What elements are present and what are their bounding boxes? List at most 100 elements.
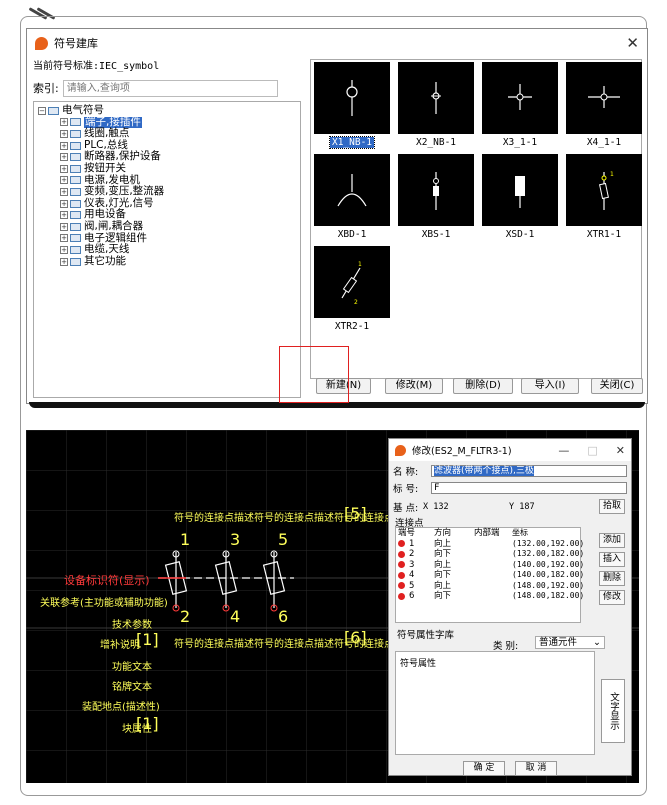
expand-icon[interactable]: + (60, 234, 68, 243)
pin-dot-icon (398, 550, 405, 558)
folder-icon (70, 141, 81, 150)
expand-icon[interactable]: + (60, 222, 68, 231)
table-row[interactable]: 5 向上 (148.00,192.00) (396, 581, 584, 592)
category-select[interactable]: 普通元件 ⌄ (535, 636, 605, 649)
name-field[interactable]: 滤波器(带两个接点),三极 (431, 465, 627, 477)
expand-icon[interactable]: + (60, 118, 68, 127)
col-header: 方向 (434, 528, 452, 538)
add-button[interactable]: 添加 (599, 533, 625, 548)
modify-button[interactable]: 修改(M) (385, 378, 443, 394)
tree-item[interactable]: + PLC,总线 (38, 139, 296, 152)
symbol-thumbnail[interactable]: 1 (566, 154, 642, 226)
expand-icon[interactable]: + (60, 176, 68, 185)
import-button[interactable]: 导入(I) (521, 378, 579, 394)
expand-icon[interactable]: + (60, 211, 68, 220)
tree-item-label: 阀,闸,耦合器 (84, 219, 144, 232)
symbol-label[interactable]: XTR1-1 (564, 229, 644, 240)
tree-item[interactable]: + 线圈,触点 (38, 128, 296, 140)
expand-icon[interactable]: + (60, 199, 68, 208)
attr-group-label: 符号属性字库 (397, 630, 455, 641)
symbol-label[interactable]: XBS-1 (396, 229, 476, 240)
tree-item[interactable]: + 断路器,保护设备 (38, 151, 296, 163)
col-header: 内部端 (474, 528, 500, 538)
symbol-label[interactable]: XTR2-1 (312, 321, 392, 332)
symbol-thumbnail[interactable] (314, 154, 390, 226)
expand-icon[interactable]: + (60, 257, 68, 266)
table-row[interactable]: 3 向上 (140.00,192.00) (396, 560, 584, 571)
tree-item[interactable]: + 端子,接插件 (38, 116, 296, 129)
symbol-thumbnail[interactable] (398, 154, 474, 226)
attribute-textarea[interactable]: 符号属性 (395, 651, 595, 755)
tree-item[interactable]: + 电缆,天线 (38, 244, 296, 256)
x-field[interactable]: X 132 (423, 502, 509, 512)
pin-label: 5 (278, 530, 289, 549)
expand-icon[interactable]: + (60, 141, 68, 150)
tree-item[interactable]: + 阀,闸,耦合器 (38, 219, 296, 233)
socket-symbol-icon (433, 172, 439, 210)
symbol-thumbnail[interactable] (566, 62, 642, 134)
symbol-thumbnail[interactable] (482, 62, 558, 134)
bottom-connection-desc: 符号的连接点描述符号的连接点描述符号的连接点描述 (174, 639, 414, 650)
collapse-icon[interactable]: − (38, 106, 46, 115)
chevron-down-icon: ⌄ (593, 637, 601, 648)
search-input[interactable] (62, 79, 278, 97)
col-header: 端号 (398, 528, 416, 538)
folder-icon (70, 234, 81, 243)
highlight-box (279, 346, 349, 403)
current-standard: 当前符号标准:IEC_symbol (33, 61, 160, 72)
text-display-button[interactable]: 文字显示 (601, 679, 625, 743)
symbol-label[interactable]: X3_1-1 (480, 137, 560, 148)
table-row[interactable]: 1 向上 (132.00,192.00) (396, 539, 584, 550)
symbol-thumbnail[interactable] (314, 62, 390, 134)
tree-item[interactable]: + 电子逻辑组件 (38, 232, 296, 245)
expand-icon[interactable]: + (60, 187, 68, 196)
expand-icon[interactable]: + (60, 164, 68, 173)
expand-icon[interactable]: + (60, 245, 68, 254)
pin-label: 3 (230, 530, 241, 549)
cancel-button[interactable]: 取 消 (515, 761, 557, 776)
base-point-row: 基 点: X 132 Y 187 (393, 500, 589, 514)
pick-button[interactable]: 拾取 (599, 499, 625, 514)
tag-label: 标 号: (393, 484, 419, 495)
tree-item[interactable]: + 用电设备 (38, 209, 296, 221)
tag-row: 标 号: F (393, 481, 627, 495)
symbol-thumbnail[interactable] (482, 154, 558, 226)
expand-icon[interactable]: + (60, 129, 68, 138)
tree-item[interactable]: + 其它功能 (38, 255, 296, 268)
close-icon[interactable]: ✕ (626, 34, 639, 52)
insert-button[interactable]: 插入 (599, 552, 625, 567)
symbol-label[interactable]: X2_NB-1 (396, 137, 476, 148)
folder-icon (70, 222, 81, 231)
folder-icon (70, 211, 81, 220)
symbol-thumbnail[interactable]: 12 (314, 246, 390, 318)
table-row[interactable]: 6 向下 (148.00,182.00) (396, 591, 584, 602)
dialog-title: 符号建库 (54, 37, 98, 50)
symbol-thumbnail[interactable] (398, 62, 474, 134)
close-icon[interactable]: ✕ (616, 444, 625, 457)
tree-item[interactable]: + 电源,发电机 (38, 174, 296, 187)
close-button[interactable]: 关闭(C) (591, 378, 643, 394)
tree-item[interactable]: + 仪表,灯光,信号 (38, 197, 296, 210)
tree-item[interactable]: + 变频,变压,整流器 (38, 186, 296, 198)
ok-button[interactable]: 确 定 (463, 761, 505, 776)
minimize-icon[interactable]: — (558, 444, 569, 457)
modify-row-button[interactable]: 修改 (599, 590, 625, 605)
delete-row-button[interactable]: 删除 (599, 571, 625, 586)
symbol-label[interactable]: XSD-1 (480, 229, 560, 240)
bottom-bracket-label: [6] (344, 628, 367, 647)
tree-item[interactable]: + 按钮开关 (38, 162, 296, 175)
symbol-label[interactable]: X1_NB-1 (312, 136, 392, 149)
folder-icon (70, 257, 81, 266)
tree-root[interactable]: − 电气符号 (38, 104, 296, 117)
table-row[interactable]: 2 向下 (132.00,182.00) (396, 549, 584, 560)
symbol-label[interactable]: XBD-1 (312, 229, 392, 240)
install-location-label: 装配地点(描述性) (82, 702, 160, 713)
tag-field[interactable]: F (431, 482, 627, 494)
y-field[interactable]: Y 187 (509, 502, 589, 512)
table-row[interactable]: 4 向下 (140.00,182.00) (396, 570, 584, 581)
expand-icon[interactable]: + (60, 153, 68, 162)
maximize-icon[interactable]: □ (587, 444, 597, 457)
name-row: 名 称: 滤波器(带两个接点),三极 (393, 464, 627, 478)
delete-button[interactable]: 删除(D) (453, 378, 513, 394)
symbol-label[interactable]: X4_1-1 (564, 137, 644, 148)
